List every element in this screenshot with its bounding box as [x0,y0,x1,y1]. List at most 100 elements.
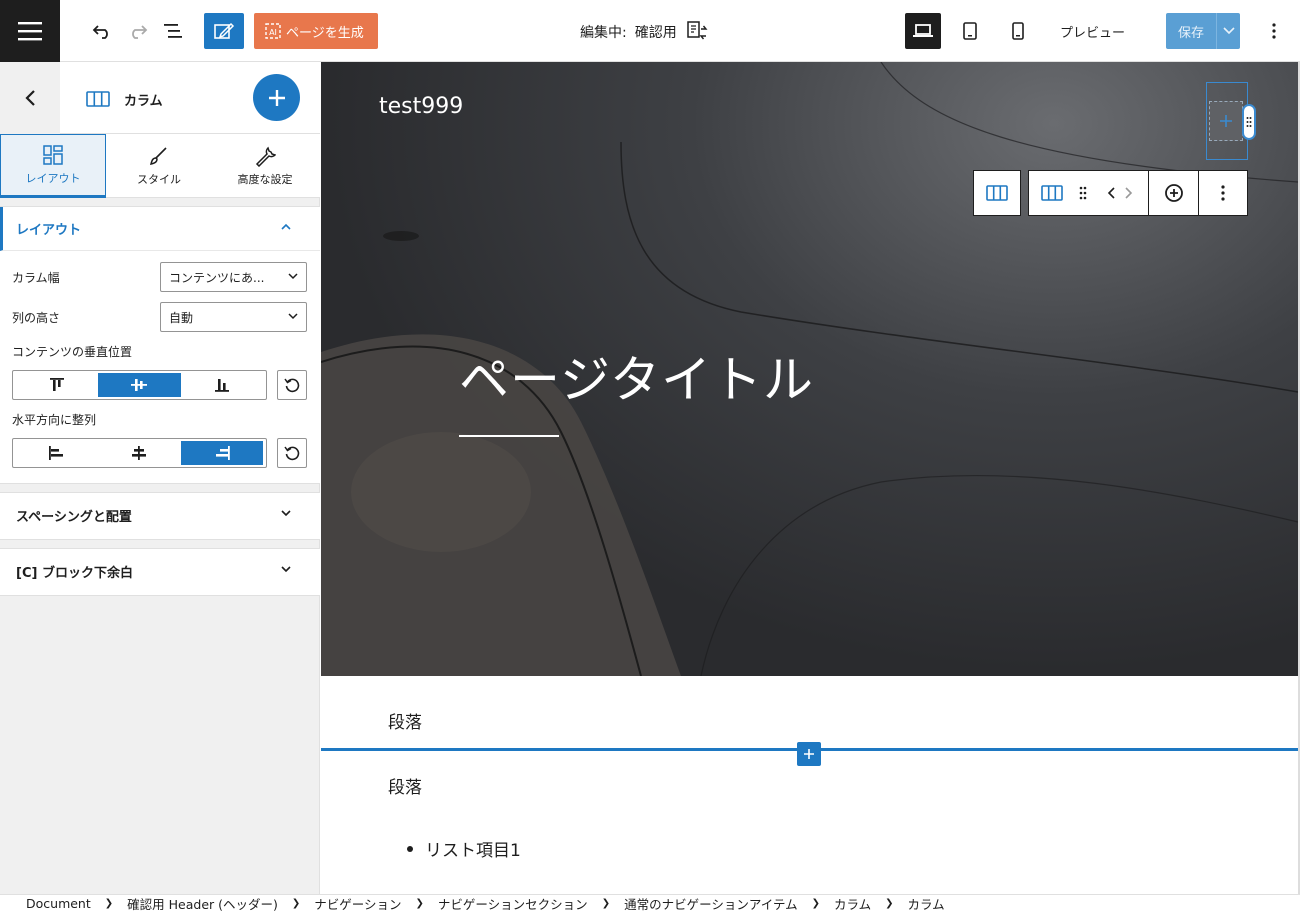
more-options-icon[interactable] [1262,18,1286,44]
move-left-icon[interactable] [1107,186,1117,200]
align-center-option[interactable] [98,373,181,397]
block-breadcrumb: Document ❯ 確認用 Header (ヘッダー) ❯ ナビゲーション ❯… [0,894,1300,912]
document-title[interactable]: 編集中: 確認用 [580,20,709,44]
breadcrumb-item[interactable]: 確認用 Header (ヘッダー) [127,894,278,912]
svg-text:AI: AI [269,28,277,37]
reset-icon [284,378,300,393]
chevron-right-icon: ❯ [601,898,611,909]
tablet-view-button[interactable] [952,13,988,49]
justify-center-option[interactable] [98,441,180,465]
breadcrumb-item[interactable]: 通常のナビゲーションアイテム [624,894,798,912]
inserter-button[interactable] [797,742,821,766]
move-buttons [1091,171,1149,215]
spacing-panel-toggle[interactable]: スペーシングと配置 [0,493,320,537]
desktop-view-button[interactable] [905,13,941,49]
preview-button[interactable]: プレビュー [1060,22,1125,41]
generate-page-label: ページを生成 [286,25,364,41]
add-circle-icon [1164,184,1183,202]
justify-right-icon [215,446,230,460]
undo-icon[interactable] [85,14,119,48]
tab-advanced[interactable]: 高度な設定 [212,134,318,198]
vertical-align-label: コンテンツの垂直位置 [12,345,133,359]
row-height-value: 自動 [169,310,194,325]
justify-right-option[interactable] [180,441,263,465]
desktop-icon [913,24,933,37]
plus-icon [1220,115,1232,127]
column-appender-button[interactable] [1209,101,1243,141]
justify-center-icon [132,446,147,460]
breadcrumb-item[interactable]: カラム [834,894,871,912]
editing-name: 確認用 [634,25,677,41]
list-view-icon[interactable] [157,14,191,48]
block-options-button[interactable] [1199,171,1247,215]
hero-cover-block[interactable]: test999 ページタイトル [321,62,1298,676]
list-item[interactable]: リスト項目1 [407,836,521,861]
chevron-down-icon[interactable] [1216,13,1240,49]
align-top-icon [50,378,65,391]
drag-handle[interactable] [1075,171,1091,215]
menu-icon[interactable] [0,0,60,62]
plus-icon [804,749,814,759]
save-label: 保存 [1177,25,1204,41]
generate-page-button[interactable]: AI ページを生成 [254,13,378,49]
chevron-down-icon [281,510,291,517]
reset-horizontal-align-button[interactable] [277,438,307,468]
move-right-icon[interactable] [1123,186,1133,200]
breadcrumb-item[interactable]: Document [26,896,91,911]
layout-panel-toggle[interactable]: レイアウト [0,207,320,251]
breadcrumb-item[interactable]: ナビゲーションセクション [438,894,588,912]
vertical-align-control [12,370,267,400]
row-height-select[interactable]: 自動 [160,302,307,332]
edit-ai-icon [214,22,235,39]
more-vertical-icon [1221,185,1225,201]
resize-handle[interactable] [1242,104,1256,140]
save-button[interactable]: 保存 [1166,13,1240,49]
block-toolbar [1028,170,1248,216]
layout-icon [43,145,63,165]
editing-prefix: 編集中: [580,25,627,41]
tab-style[interactable]: スタイル [106,134,212,198]
ai-page-icon: AI [265,23,281,39]
editor-canvas[interactable]: test999 ページタイトル 段落 段落 リスト項目1 [321,62,1298,894]
redo-icon[interactable] [121,14,155,48]
add-block-button[interactable] [253,74,300,121]
paragraph-block[interactable]: 段落 [388,708,422,733]
tab-style-label: スタイル [137,173,181,186]
layout-panel: レイアウト カラム幅 コンテンツにあ... 列の高さ 自動 コンテンツの垂直位置 [0,206,320,484]
tab-layout-label: レイアウト [25,172,81,185]
chevron-up-icon [281,223,291,230]
drag-handle-icon [1246,117,1252,127]
plus-icon [268,89,285,106]
row-height-label: 列の高さ [12,311,61,325]
align-center-icon [131,379,148,391]
block-margin-panel-title: [C] ブロック下余白 [16,565,133,581]
insert-block-button[interactable] [1149,171,1198,215]
chevron-right-icon: ❯ [415,898,424,909]
chevron-right-icon: ❯ [885,898,894,909]
site-title[interactable]: test999 [379,94,463,119]
block-title: カラム [124,94,163,109]
ai-edit-button[interactable] [204,13,244,49]
block-margin-panel: [C] ブロック下余白 [0,548,320,596]
chevron-right-icon: ❯ [291,898,301,909]
mobile-view-button[interactable] [1000,13,1036,49]
align-top-option[interactable] [16,373,98,397]
parent-block-button[interactable] [973,170,1021,216]
wrench-icon [255,146,276,167]
page-title[interactable]: ページタイトル [459,340,814,412]
title-divider [459,435,559,437]
tab-layout[interactable]: レイアウト [0,134,106,198]
reset-vertical-align-button[interactable] [277,370,307,400]
align-bottom-option[interactable] [181,373,263,397]
justify-left-option[interactable] [16,441,98,465]
column-width-select[interactable]: コンテンツにあ... [160,262,307,292]
breadcrumb-item[interactable]: ナビゲーション [314,894,401,912]
columns-icon [86,91,110,107]
horizontal-align-label: 水平方向に整列 [12,413,97,427]
paragraph-block[interactable]: 段落 [388,773,422,798]
block-margin-panel-toggle[interactable]: [C] ブロック下余白 [0,549,320,593]
block-type-button[interactable] [1029,171,1075,215]
breadcrumb-item[interactable]: カラム [908,894,945,912]
back-button[interactable] [0,62,60,134]
columns-icon [986,185,1008,201]
